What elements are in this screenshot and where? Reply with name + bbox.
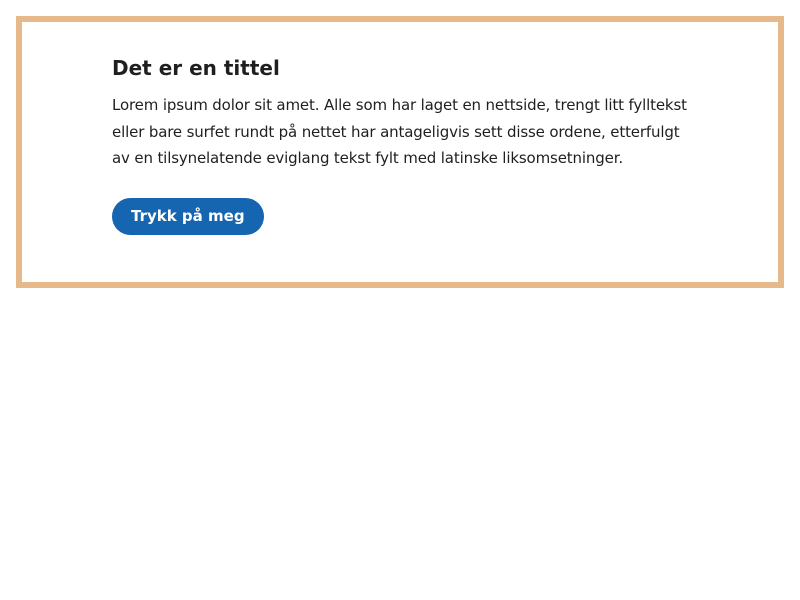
card-content: Det er en tittel Lorem ipsum dolor sit a…: [112, 54, 688, 235]
card-title: Det er en tittel: [112, 56, 280, 80]
content-card: Det er en tittel Lorem ipsum dolor sit a…: [16, 16, 784, 288]
primary-button[interactable]: Trykk på meg: [112, 197, 264, 235]
card-body-text: Lorem ipsum dolor sit amet. Alle som har…: [112, 96, 687, 167]
